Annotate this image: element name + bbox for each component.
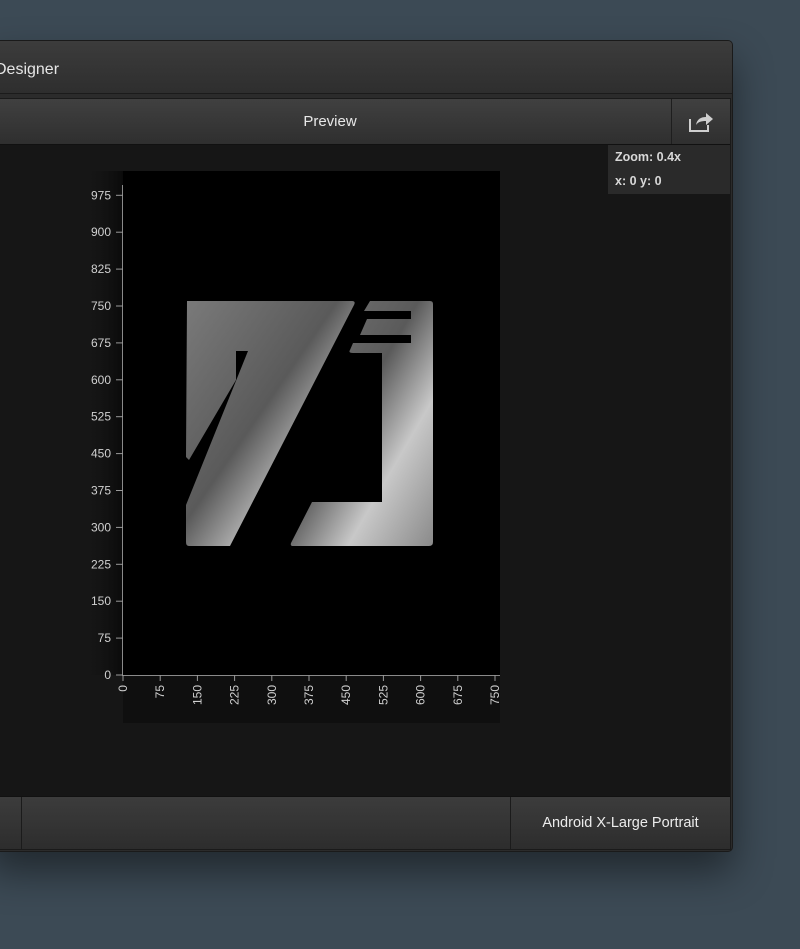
y-tick-label: 750 xyxy=(91,299,111,313)
zoom-readout: Zoom: 0.4x xyxy=(615,150,681,164)
x-tick-label: 600 xyxy=(414,685,428,705)
x-tick-label: 225 xyxy=(228,685,242,705)
y-tick-label: 150 xyxy=(91,594,111,608)
status-segment xyxy=(21,797,510,849)
x-tick-label: 450 xyxy=(339,685,353,705)
x-tick-label: 525 xyxy=(376,685,390,705)
info-overlay: Zoom: 0.4x x: 0 y: 0 xyxy=(608,145,730,194)
preview-label: Preview xyxy=(303,113,357,130)
device-label: Android X-Large Portrait xyxy=(542,815,699,831)
share-icon xyxy=(689,112,713,132)
coordinate-readout: x: 0 y: 0 xyxy=(615,174,662,188)
y-tick-label: 675 xyxy=(91,336,111,350)
y-tick-label: 900 xyxy=(91,225,111,239)
preview-panel: Preview 975 900 825 750 675 600 525 450 … xyxy=(0,98,731,850)
x-tick-label: 0 xyxy=(116,685,130,692)
y-tick-label: 300 xyxy=(91,520,111,534)
y-tick-label: 600 xyxy=(91,373,111,387)
window-title: Designer xyxy=(0,61,60,78)
designer-window: Designer Preview 975 900 825 750 675 600… xyxy=(0,40,733,852)
design-canvas: 975900825750675600525450375300225150750 … xyxy=(82,171,502,723)
device-screen xyxy=(123,171,500,675)
y-tick-label: 825 xyxy=(91,262,111,276)
device-selector[interactable]: Android X-Large Portrait xyxy=(510,797,730,849)
title-bar: Designer xyxy=(0,41,732,94)
y-tick-label: 975 xyxy=(91,188,111,202)
y-tick-label: 225 xyxy=(91,557,111,571)
y-tick-label: 0 xyxy=(104,668,111,682)
x-tick-label: 375 xyxy=(302,685,316,705)
x-tick-label: 675 xyxy=(451,685,465,705)
y-tick-label: 75 xyxy=(98,631,112,645)
canvas-area[interactable]: 975 900 825 750 675 600 525 450 375 300 225 150 75 0 … xyxy=(0,145,730,795)
x-tick-label: 75 xyxy=(153,685,167,699)
y-tick-label: 450 xyxy=(91,447,111,461)
x-tick-label: 750 xyxy=(488,685,502,705)
status-bar: Android X-Large Portrait xyxy=(0,796,730,849)
y-tick-label: 525 xyxy=(91,410,111,424)
x-tick-label: 300 xyxy=(265,685,279,705)
share-button[interactable] xyxy=(671,99,730,144)
y-tick-label: 375 xyxy=(91,484,111,498)
preview-toolbar: Preview xyxy=(0,99,730,145)
x-tick-label: 150 xyxy=(190,685,204,705)
